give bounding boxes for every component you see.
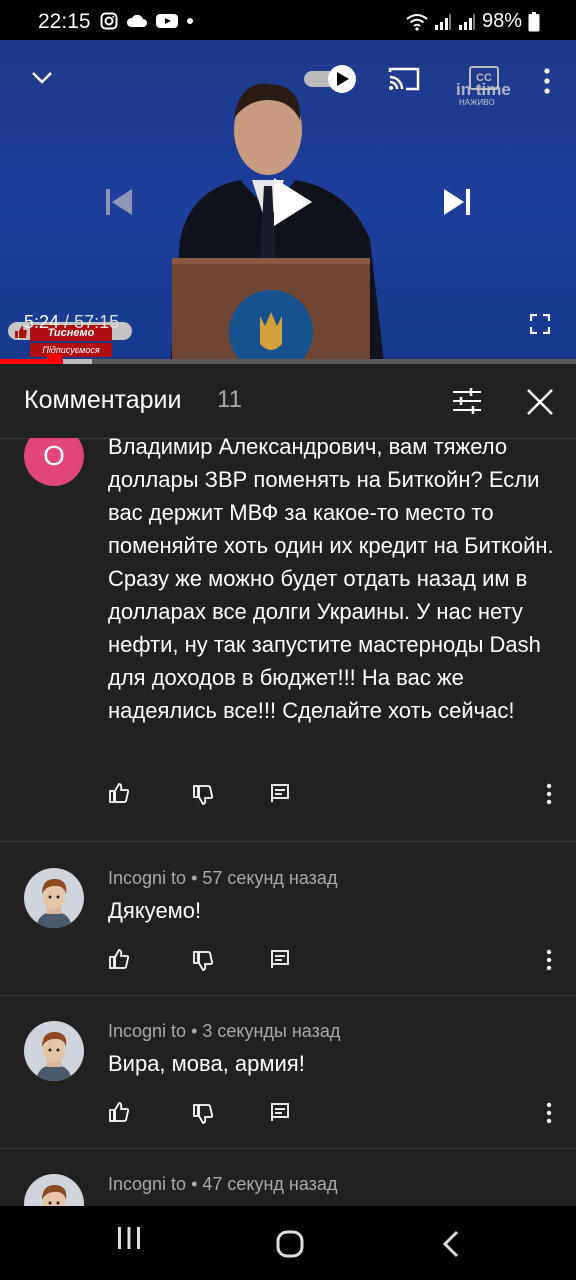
comment-time: 57 секунд назад <box>202 868 338 888</box>
comments-header: Комментарии 11 <box>0 364 576 439</box>
youtube-icon <box>156 14 178 28</box>
comment-author[interactable]: Incogni to <box>108 1021 186 1041</box>
more-vert-icon[interactable] <box>542 68 552 94</box>
reply-icon[interactable] <box>270 949 290 969</box>
comment-meta: Incogni to • 3 секунды назад <box>108 1021 341 1041</box>
reply-icon[interactable] <box>270 783 290 803</box>
dot-icon <box>187 18 193 24</box>
status-bar: 22:15 98% <box>0 0 576 44</box>
comments-list[interactable]: О Владимир Александрович, вам тяжело дол… <box>0 438 576 1206</box>
cloud-icon <box>126 14 147 27</box>
comment-author[interactable]: Incogni to <box>108 1174 186 1194</box>
avatar[interactable]: О <box>24 438 84 486</box>
comment-meta: Incogni to • 57 секунд назад <box>108 868 338 888</box>
instagram-icon <box>100 12 118 30</box>
comment-actions <box>108 1101 558 1131</box>
close-icon[interactable] <box>526 388 554 416</box>
back-icon[interactable] <box>442 1230 460 1258</box>
signal-icon <box>458 13 475 30</box>
signal-icon <box>434 13 451 30</box>
like-icon[interactable] <box>108 782 130 804</box>
podium <box>172 258 370 364</box>
like-icon[interactable] <box>108 1101 130 1123</box>
comments-count: 11 <box>217 386 242 413</box>
comment-time: 3 секунды назад <box>202 1021 341 1041</box>
captions-button[interactable]: CC in time НАЖИВО <box>456 66 512 107</box>
autoplay-toggle[interactable] <box>302 64 358 94</box>
comment-divider <box>0 995 576 996</box>
avatar[interactable] <box>24 1174 84 1206</box>
comments-title: Комментарии <box>24 386 182 414</box>
duration: 57:15 <box>74 312 120 332</box>
current-time: 5:24 <box>24 312 60 332</box>
reply-icon[interactable] <box>270 1102 290 1122</box>
watermark-sub: НАЖИВО <box>459 98 495 107</box>
comment-divider <box>0 841 576 842</box>
system-nav-bar <box>0 1206 576 1280</box>
avatar[interactable] <box>24 1021 84 1081</box>
previous-icon[interactable] <box>104 188 134 216</box>
like-icon[interactable] <box>108 948 130 970</box>
comment-meta: Incogni to • 47 секунд назад <box>108 1174 338 1194</box>
home-icon[interactable] <box>276 1230 304 1258</box>
avatar[interactable] <box>24 868 84 928</box>
comment-text: Дякуемо! <box>108 898 202 923</box>
cast-icon[interactable] <box>388 66 420 92</box>
next-icon[interactable] <box>442 188 472 216</box>
watermark-brand: in time <box>456 80 511 99</box>
more-vert-icon[interactable] <box>545 783 553 805</box>
dislike-icon[interactable] <box>192 784 214 806</box>
sort-filter-icon[interactable] <box>452 388 482 414</box>
minimize-chevron-icon[interactable] <box>30 70 54 86</box>
more-vert-icon[interactable] <box>545 1102 553 1124</box>
status-notification-icons <box>100 12 194 30</box>
dislike-icon[interactable] <box>192 950 214 972</box>
status-time: 22:15 <box>38 10 91 33</box>
comment-actions <box>108 782 558 812</box>
time-separator: / <box>59 312 75 332</box>
comment-divider <box>0 1148 576 1149</box>
comment-text: Владимир Александрович, вам тяжело долла… <box>108 438 554 723</box>
battery-icon <box>528 11 540 31</box>
comment-text: Вира, мова, армия! <box>108 1051 305 1076</box>
dislike-icon[interactable] <box>192 1103 214 1125</box>
recent-apps-icon[interactable] <box>116 1226 142 1250</box>
play-icon[interactable] <box>270 176 314 228</box>
time-display: 5:24 / 57:15 <box>24 312 119 333</box>
status-system-icons: 98% <box>406 10 540 33</box>
overlay-badge-line2: Підписуємося <box>30 343 112 357</box>
comment-author[interactable]: Incogni to <box>108 868 186 888</box>
fullscreen-icon[interactable] <box>530 314 550 334</box>
wifi-icon <box>406 13 428 31</box>
comment-actions <box>108 948 558 978</box>
comment-time: 47 секунд назад <box>202 1174 338 1194</box>
battery-percent: 98% <box>481 10 522 32</box>
video-player[interactable]: CC in time НАЖИВО Тиснемо Підписуємося 5… <box>0 40 576 364</box>
more-vert-icon[interactable] <box>545 949 553 971</box>
